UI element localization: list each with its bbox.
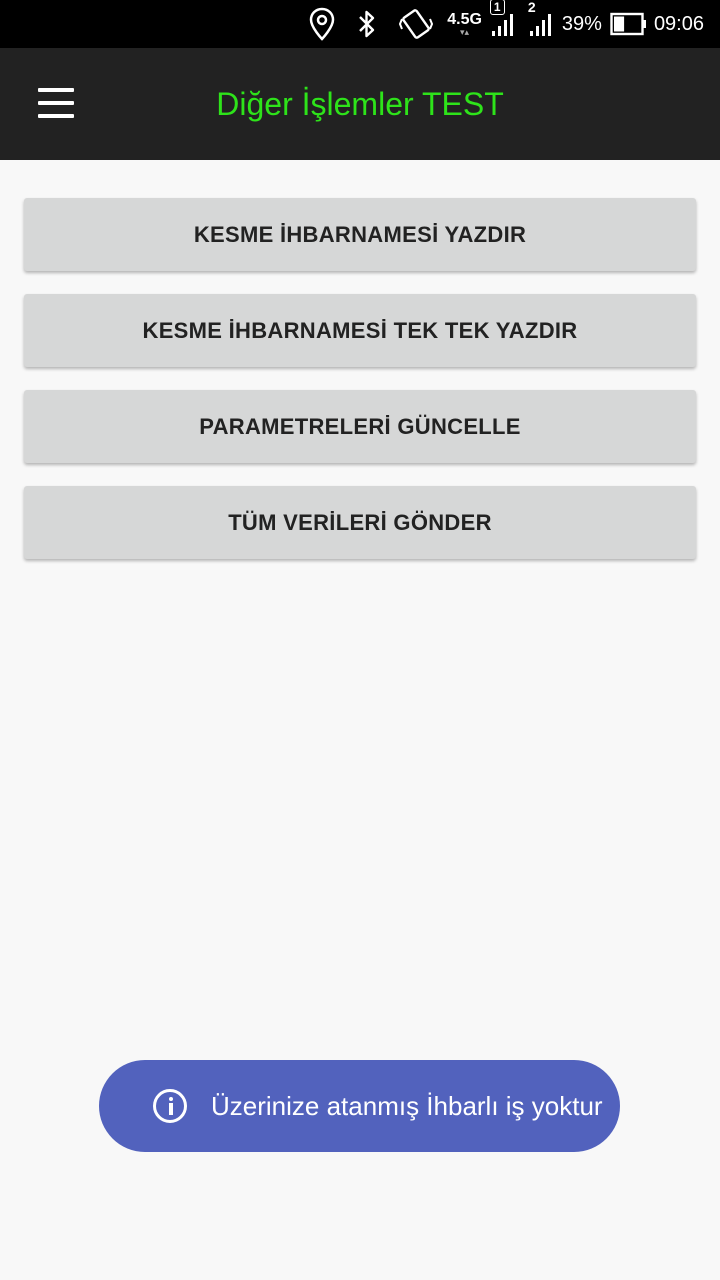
- page-title: Diğer İşlemler TEST: [216, 86, 504, 122]
- sim1-label: 1: [489, 0, 505, 15]
- actions-list: KESME İHBARNAMESİ YAZDIR KESME İHBARNAME…: [24, 198, 696, 582]
- location-icon: [309, 7, 335, 41]
- battery-percent: 39%: [561, 12, 602, 35]
- clock: 09:06: [653, 12, 704, 35]
- info-icon: [153, 1089, 187, 1123]
- battery-icon: [610, 12, 648, 36]
- bluetooth-icon: [357, 9, 377, 39]
- toast-message: Üzerinize atanmış İhbarlı iş yoktur: [99, 1060, 620, 1152]
- print-cut-notice-button[interactable]: KESME İHBARNAMESİ YAZDIR: [24, 198, 696, 271]
- toast-text: Üzerinize atanmış İhbarlı iş yoktur: [211, 1090, 603, 1121]
- sim2-label: 2: [527, 0, 536, 15]
- status-bar: 4.5G ▾▴ 1 2 39% 09:06: [0, 0, 720, 48]
- signal-sim2-icon: 2: [528, 0, 556, 37]
- print-cut-notice-one-by-one-button[interactable]: KESME İHBARNAMESİ TEK TEK YAZDIR: [24, 294, 696, 367]
- network-4.5g-icon: 4.5G ▾▴: [447, 10, 482, 37]
- update-parameters-button[interactable]: PARAMETRELERİ GÜNCELLE: [24, 390, 696, 463]
- send-all-data-button[interactable]: TÜM VERİLERİ GÖNDER: [24, 486, 696, 559]
- vibrate-icon: [399, 9, 434, 39]
- signal-sim1-icon: 1: [489, 0, 518, 37]
- app-bar: Diğer İşlemler TEST: [0, 48, 720, 160]
